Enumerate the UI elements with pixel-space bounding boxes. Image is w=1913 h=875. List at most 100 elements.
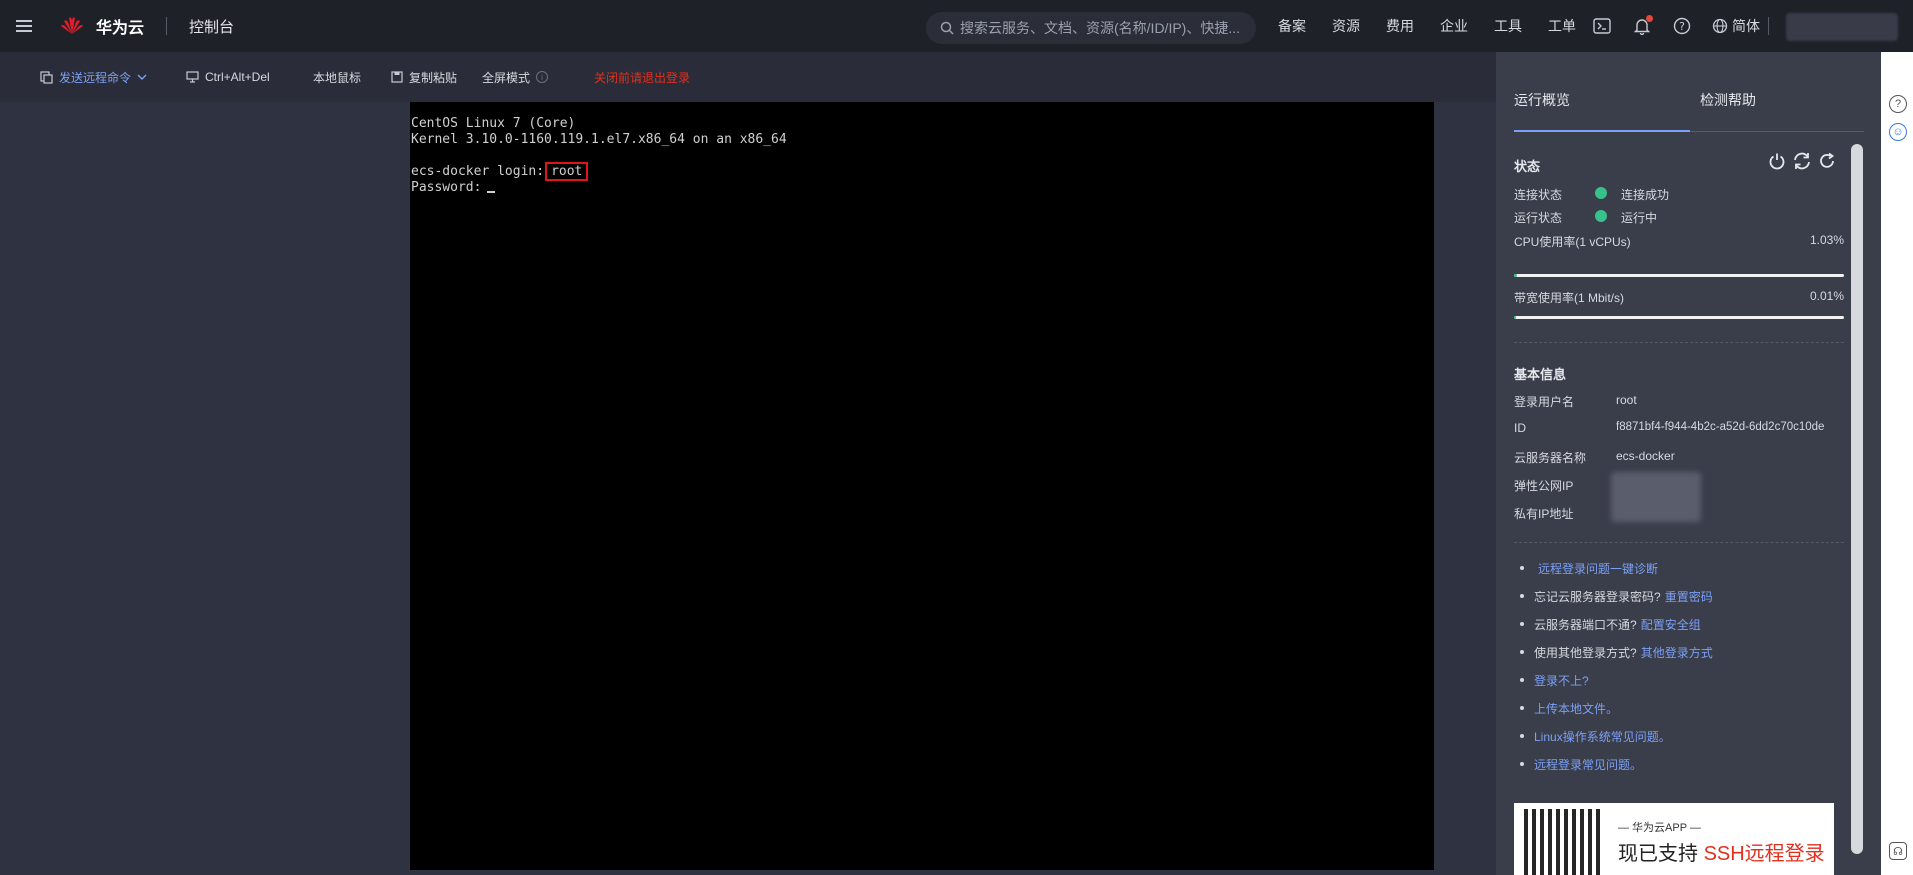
- bell-icon[interactable]: [1632, 15, 1653, 36]
- remote-login-toolbar: 发送远程命令 Ctrl+Alt+Del 本地鼠标 复制粘贴 全屏模式 i 关闭前…: [0, 52, 1496, 102]
- svg-text:?: ?: [1679, 20, 1685, 33]
- divider: [1768, 17, 1769, 35]
- login-value-highlight: root: [545, 162, 589, 181]
- restart-icon[interactable]: [1792, 152, 1812, 170]
- server-name-label: 云服务器名称: [1514, 451, 1587, 465]
- bandwidth-usage-bar: [1514, 316, 1844, 319]
- elastic-ip-label: 弹性公网IP: [1514, 479, 1574, 493]
- cpu-usage-bar: [1514, 274, 1844, 277]
- nav-link-resources[interactable]: 资源: [1332, 16, 1360, 36]
- logout-warning: 关闭前请退出登录: [594, 69, 690, 86]
- search-placeholder: 搜索云服务、文档、资源(名称/ID/IP)、快捷...: [960, 20, 1240, 36]
- bandwidth-usage-fill: [1514, 316, 1516, 319]
- top-links: 备案 资源 费用 企业 工具 工单: [1278, 0, 1602, 52]
- remote-login-faq-link[interactable]: 远程登录常见问题。: [1534, 756, 1642, 773]
- terminal-kernel-line: Kernel 3.10.0-1160.119.1.el7.x86_64 on a…: [411, 132, 787, 147]
- help-item: 远程登录常见问题。: [1514, 750, 1713, 778]
- nav-link-enterprise[interactable]: 企业: [1440, 16, 1468, 36]
- top-icons: ? 简体: [1592, 0, 1760, 52]
- qr-code: [1524, 809, 1604, 875]
- chevron-down-icon: [137, 74, 147, 80]
- tab-overview[interactable]: 运行概览: [1514, 90, 1570, 110]
- huawei-cloud-logo[interactable]: 华为云: [48, 14, 144, 38]
- help-icon[interactable]: ?: [1672, 16, 1692, 36]
- cpu-usage-label: CPU使用率(1 vCPUs): [1514, 235, 1631, 249]
- refresh-icon[interactable]: [1818, 152, 1836, 170]
- language-switch[interactable]: 简体: [1712, 16, 1760, 36]
- basic-info-title: 基本信息: [1514, 367, 1567, 382]
- local-mouse-button[interactable]: 本地鼠标: [313, 69, 361, 86]
- copy-paste-label: 复制粘贴: [409, 70, 458, 85]
- divider: [1514, 542, 1844, 543]
- cpu-usage-fill: [1514, 274, 1518, 277]
- help-item: 云服务器端口不通? 配置安全组: [1514, 610, 1713, 638]
- help-icon[interactable]: ?: [1889, 95, 1907, 113]
- app-promo-banner[interactable]: — 华为云APP — 现已支持 SSH远程登录: [1514, 803, 1834, 875]
- run-status-label: 运行状态: [1514, 211, 1563, 225]
- private-ip-label: 私有IP地址: [1514, 507, 1574, 521]
- security-group-link[interactable]: 配置安全组: [1641, 616, 1701, 633]
- upload-file-link[interactable]: 上传本地文件。: [1534, 700, 1618, 717]
- brand-name: 华为云: [96, 20, 145, 37]
- nav-link-tickets[interactable]: 工单: [1548, 16, 1576, 36]
- nav-link-filing[interactable]: 备案: [1278, 16, 1306, 36]
- status-section-title: 状态: [1514, 159, 1541, 174]
- other-login-link[interactable]: 其他登录方式: [1641, 644, 1713, 661]
- nav-link-tools[interactable]: 工具: [1494, 16, 1522, 36]
- help-item: 上传本地文件。: [1514, 694, 1713, 722]
- cannot-login-link[interactable]: 登录不上?: [1534, 672, 1589, 689]
- ctrl-alt-del-label: Ctrl+Alt+Del: [205, 70, 270, 84]
- fullscreen-button[interactable]: 全屏模式 i: [482, 69, 549, 86]
- tab-detection-help[interactable]: 检测帮助: [1700, 90, 1756, 110]
- promo-subtitle: — 华为云APP —: [1618, 822, 1701, 834]
- password-prompt: Password:: [411, 180, 482, 195]
- diagnose-link[interactable]: 远程登录问题一键诊断: [1538, 560, 1658, 577]
- cloud-shell-icon[interactable]: [1592, 16, 1612, 36]
- console-title[interactable]: 控制台: [189, 16, 234, 37]
- text-cursor: [487, 191, 496, 193]
- reset-password-link[interactable]: 重置密码: [1665, 588, 1713, 605]
- ip-address-blurred: [1611, 472, 1701, 522]
- bandwidth-usage-value: 0.01%: [1809, 289, 1844, 303]
- logout-warning-text: 关闭前请退出登录: [594, 70, 691, 85]
- command-icon: [40, 70, 53, 84]
- notification-badge: [1646, 15, 1653, 22]
- run-status-dot: [1595, 210, 1607, 222]
- server-name-value: ecs-docker: [1616, 449, 1675, 463]
- help-item: 使用其他登录方式? 其他登录方式: [1514, 638, 1713, 666]
- login-username-value: root: [1616, 393, 1637, 407]
- menu-icon[interactable]: [0, 0, 48, 52]
- help-link-list: 远程登录问题一键诊断 忘记云服务器登录密码? 重置密码 云服务器端口不通? 配置安全…: [1514, 554, 1713, 778]
- right-toolbar: ? ☺ ☊: [1881, 52, 1913, 875]
- terminal-os-line: CentOS Linux 7 (Core): [411, 116, 576, 131]
- connection-status-label: 连接状态: [1514, 188, 1563, 202]
- send-remote-command-dropdown[interactable]: 发送远程命令: [40, 69, 147, 86]
- nav-link-billing[interactable]: 费用: [1386, 16, 1414, 36]
- smile-feedback-icon[interactable]: ☺: [1889, 123, 1907, 141]
- help-item: 登录不上?: [1514, 666, 1713, 694]
- info-icon[interactable]: i: [536, 71, 549, 83]
- search-input[interactable]: 搜索云服务、文档、资源(名称/ID/IP)、快捷...: [926, 12, 1256, 44]
- headset-icon[interactable]: ☊: [1889, 842, 1907, 860]
- monitor-icon: [186, 71, 199, 83]
- server-id-value: f8871bf4-f944-4b2c-a52d-6dd2c70c10de: [1616, 421, 1825, 433]
- connection-status-value: 连接成功: [1621, 188, 1670, 202]
- copy-paste-button[interactable]: 复制粘贴: [391, 69, 457, 86]
- panel-scrollbar[interactable]: [1851, 144, 1863, 854]
- server-id-label: ID: [1514, 421, 1526, 435]
- linux-faq-link[interactable]: Linux操作系统常见问题。: [1534, 728, 1671, 745]
- send-command-label: 发送远程命令: [59, 70, 132, 85]
- connection-status-dot: [1595, 187, 1607, 199]
- panel-tabs: 运行概览 检测帮助: [1514, 52, 1864, 132]
- power-icon[interactable]: [1768, 152, 1786, 170]
- help-item: 远程登录问题一键诊断: [1514, 554, 1713, 582]
- local-mouse-label: 本地鼠标: [313, 70, 362, 85]
- divider: [1514, 342, 1844, 343]
- vnc-terminal-screen[interactable]: CentOS Linux 7 (Core) Kernel 3.10.0-1160…: [410, 102, 1434, 870]
- ctrl-alt-del-button[interactable]: Ctrl+Alt+Del: [186, 70, 270, 84]
- terminal-password-line: Password:: [411, 180, 1434, 196]
- user-account-blurred[interactable]: [1786, 13, 1898, 41]
- terminal-login-line: ecs-docker login: root: [411, 162, 1434, 181]
- cpu-usage-value: 1.03%: [1809, 233, 1844, 247]
- run-status-value: 运行中: [1621, 211, 1658, 225]
